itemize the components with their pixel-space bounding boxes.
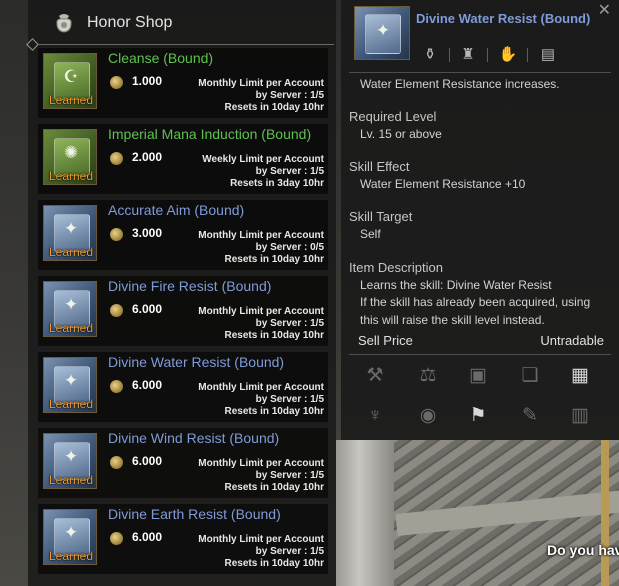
required-level-value: Lv. 15 or above: [360, 127, 442, 141]
honor-coin-icon: [110, 228, 123, 241]
honor-shop-header: Honor Shop: [26, 0, 336, 51]
tooltip-divider: [349, 72, 611, 73]
shop-item-imperial-mana-induction[interactable]: ✺ Learned Imperial Mana Induction (Bound…: [38, 124, 328, 194]
anvil-icon[interactable]: ⚒: [358, 361, 392, 391]
item-price: 3.000: [132, 226, 163, 240]
skill-book-icon: ✺ Learned: [43, 129, 97, 185]
sell-price-label: Sell Price: [358, 333, 413, 348]
purchase-limit: Monthly Limit per Account by Server : 1/…: [198, 78, 324, 113]
skill-target-value: Self: [360, 227, 381, 241]
tooltip-divider: [349, 354, 611, 355]
item-name: Accurate Aim (Bound): [108, 202, 245, 218]
required-level-heading: Required Level: [349, 109, 437, 124]
learned-label: Learned: [48, 549, 94, 563]
purchase-limit: Weekly Limit per Account by Server : 1/5…: [202, 154, 324, 189]
item-tooltip: ✦ Divine Water Resist (Bound) ✕ ⚱ ♜ ✋ ▤ …: [341, 0, 619, 440]
purchase-limit: Monthly Limit per Account by Server : 0/…: [198, 230, 324, 265]
skill-target-heading: Skill Target: [349, 209, 413, 224]
sell-price-value: Untradable: [540, 333, 604, 348]
shop-item-cleanse[interactable]: ☪ Learned Cleanse (Bound) 1.000 Monthly …: [38, 48, 328, 118]
honor-shop-title: Honor Shop: [87, 14, 173, 31]
learned-label: Learned: [48, 321, 94, 335]
map-icon[interactable]: ⚑: [461, 401, 495, 431]
description-line: Learns the skill: Divine Water Resist: [360, 278, 552, 292]
header-divider: [38, 44, 334, 45]
header-ornament: [26, 38, 39, 51]
scene-pole: [601, 440, 609, 586]
honor-coin-icon: [110, 76, 123, 89]
skill-book-icon: ✦ Learned: [43, 357, 97, 413]
skill-book-icon: ✦ Learned: [43, 509, 97, 565]
skill-effect-value: Water Element Resistance +10: [360, 177, 526, 191]
honor-shop-panel: Honor Shop ☪ Learned Cleanse (Bound) 1.0…: [26, 0, 336, 586]
close-icon[interactable]: ✕: [598, 0, 611, 20]
learned-label: Learned: [48, 473, 94, 487]
item-name: Divine Water Resist (Bound): [108, 354, 285, 370]
trade-bag-icon: ♜: [461, 46, 475, 63]
skill-book-icon: ✦ Learned: [43, 433, 97, 489]
scale-icon[interactable]: ⚖: [411, 361, 445, 391]
description-line: this will raise the skill level instead.: [360, 313, 545, 327]
purchase-limit: Monthly Limit per Account by Server : 1/…: [198, 306, 324, 341]
hammer-icon[interactable]: ✎: [513, 401, 547, 431]
skill-book-icon: ✦: [354, 6, 410, 60]
item-price: 6.000: [132, 454, 163, 468]
skill-effect-heading: Skill Effect: [349, 159, 410, 174]
item-price: 2.000: [132, 150, 163, 164]
honor-coin-icon: [110, 456, 123, 469]
trash-icon[interactable]: ▥: [563, 401, 597, 431]
orb-icon[interactable]: ◉: [411, 401, 445, 431]
pouch-icon: ⚱: [423, 46, 437, 63]
item-name: Divine Earth Resist (Bound): [108, 506, 281, 522]
skill-book-icon: ☪ Learned: [43, 53, 97, 109]
honor-coin-icon: [110, 380, 123, 393]
honor-coin-icon: [110, 532, 123, 545]
item-price: 6.000: [132, 302, 163, 316]
handshake-icon: ✋: [498, 46, 518, 63]
shop-item-divine-fire-resist[interactable]: ✦ Learned Divine Fire Resist (Bound) 6.0…: [38, 276, 328, 346]
honor-coin-icon: [110, 152, 123, 165]
shop-item-divine-earth-resist[interactable]: ✦ Learned Divine Earth Resist (Bound) 6.…: [38, 504, 328, 574]
shop-item-divine-water-resist[interactable]: ✦ Learned Divine Water Resist (Bound) 6.…: [38, 352, 328, 422]
scene-wall: [336, 440, 394, 586]
item-name: Divine Wind Resist (Bound): [108, 430, 280, 446]
honor-coin-icon: [110, 304, 123, 317]
learned-label: Learned: [48, 169, 94, 183]
purchase-limit: Monthly Limit per Account by Server : 1/…: [198, 382, 324, 417]
learned-label: Learned: [48, 93, 94, 107]
item-summary: Water Element Resistance increases.: [360, 77, 560, 91]
item-name: Imperial Mana Induction (Bound): [108, 126, 312, 142]
helmet-icon[interactable]: ♆: [358, 401, 392, 431]
cards-icon[interactable]: ❏: [513, 361, 547, 391]
item-description-heading: Item Description: [349, 260, 443, 275]
item-price: 1.000: [132, 74, 163, 88]
game-scene-roof: [336, 440, 619, 586]
sell-price-row: Sell Price Untradable: [349, 333, 604, 351]
description-line: If the skill has already been acquired, …: [360, 295, 591, 309]
npc-dialog-prompt[interactable]: Do you hav: [547, 542, 619, 558]
learned-label: Learned: [48, 397, 94, 411]
scene-beam: [395, 490, 619, 536]
learned-label: Learned: [48, 245, 94, 259]
purchase-limit: Monthly Limit per Account by Server : 1/…: [198, 458, 324, 493]
tooltip-title: Divine Water Resist (Bound): [416, 11, 591, 26]
shop-item-accurate-aim[interactable]: ✦ Learned Accurate Aim (Bound) 3.000 Mon…: [38, 200, 328, 270]
honor-bag-icon: [56, 14, 72, 33]
shop-item-divine-wind-resist[interactable]: ✦ Learned Divine Wind Resist (Bound) 6.0…: [38, 428, 328, 498]
skill-book-icon: ✦ Learned: [43, 281, 97, 337]
storage-chest-icon: ▤: [540, 46, 556, 63]
item-name: Cleanse (Bound): [108, 50, 214, 66]
skill-book-icon: ✦ Learned: [43, 205, 97, 261]
item-name: Divine Fire Resist (Bound): [108, 278, 272, 294]
item-price: 6.000: [132, 530, 163, 544]
scroll-icon[interactable]: ▣: [461, 361, 495, 391]
purchase-limit: Monthly Limit per Account by Server : 1/…: [198, 534, 324, 569]
calculator-icon[interactable]: ▦: [563, 361, 597, 391]
item-price: 6.000: [132, 378, 163, 392]
